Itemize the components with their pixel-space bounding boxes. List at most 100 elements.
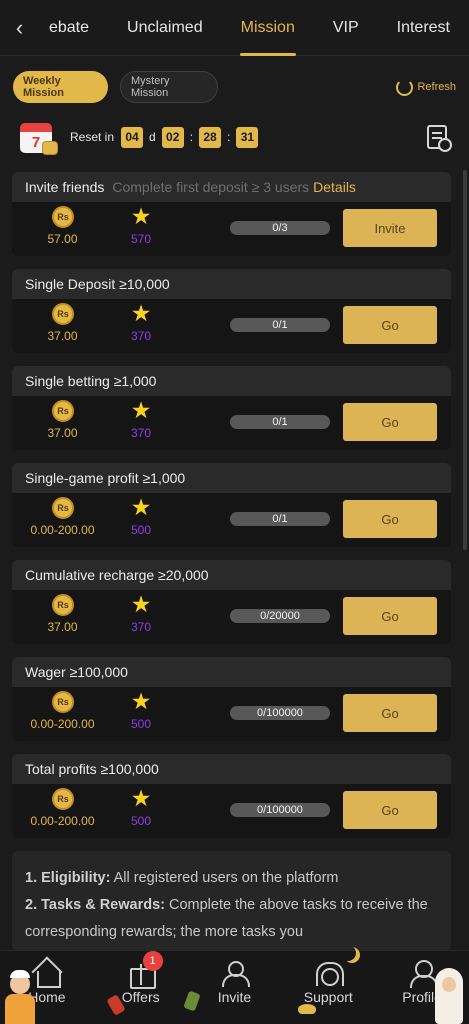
rupee-coin-icon: Rs bbox=[52, 788, 74, 810]
countdown-separator: : bbox=[227, 130, 231, 144]
progress-bar: 0/100000 bbox=[230, 803, 330, 817]
mystery-mission-button[interactable]: Mystery Mission bbox=[120, 71, 218, 103]
refresh-icon bbox=[396, 78, 414, 96]
mission-header: Cumulative recharge ≥20,000 bbox=[12, 560, 451, 590]
lamp-icon bbox=[298, 1004, 316, 1014]
rupee-coin-icon: Rs bbox=[52, 691, 74, 713]
mission-header: Total profits ≥100,000 bbox=[12, 754, 451, 784]
weekly-mission-button[interactable]: Weekly Mission bbox=[13, 71, 108, 103]
mission-title: Invite friends bbox=[25, 179, 105, 195]
nav-label: Invite bbox=[217, 989, 252, 1005]
progress-bar: 0/1 bbox=[230, 512, 330, 526]
chevron-left-icon[interactable]: ‹ bbox=[0, 0, 39, 56]
reward-amount: 0.00-200.00 bbox=[30, 523, 95, 537]
tab-rebate[interactable]: ebate bbox=[39, 0, 108, 56]
bottom-navigation: Home 1 Offers Invite Support Profile bbox=[0, 950, 469, 1024]
details-link[interactable]: Details bbox=[313, 179, 356, 195]
star-icon: ★ bbox=[130, 397, 152, 423]
points-amount: 370 bbox=[130, 329, 152, 343]
coins-icon bbox=[42, 141, 58, 155]
refresh-button[interactable]: Refresh bbox=[396, 78, 456, 96]
mission-header: Single betting ≥1,000 bbox=[12, 366, 451, 396]
calendar-icon: 7 bbox=[18, 117, 58, 157]
mission-filter-row: Weekly Mission Mystery Mission Refresh bbox=[13, 70, 456, 104]
refresh-label: Refresh bbox=[417, 81, 456, 93]
reward-amount: 37.00 bbox=[47, 329, 78, 343]
points-amount: 500 bbox=[130, 814, 152, 828]
progress-bar: 0/100000 bbox=[230, 706, 330, 720]
tab-interest[interactable]: Interest bbox=[378, 0, 469, 56]
mission-card: Cumulative recharge ≥20,000 Rs 37.00 ★ 3… bbox=[12, 560, 451, 644]
points-amount: 500 bbox=[130, 717, 152, 731]
go-button[interactable]: Go bbox=[343, 403, 437, 441]
rupee-coin-icon: Rs bbox=[52, 206, 74, 228]
star-icon: ★ bbox=[130, 203, 152, 229]
rupee-coin-icon: Rs bbox=[52, 400, 74, 422]
progress-bar: 0/1 bbox=[230, 318, 330, 332]
tab-mission[interactable]: Mission bbox=[222, 0, 314, 56]
star-icon: ★ bbox=[130, 591, 152, 617]
countdown-separator: : bbox=[189, 130, 194, 144]
nav-label: Offers bbox=[121, 989, 160, 1005]
reset-countdown-row: 7 Reset in 04 d 02 : 28 : 31 bbox=[18, 114, 452, 160]
countdown-hours: 02 bbox=[161, 126, 184, 148]
reward-amount: 37.00 bbox=[47, 426, 78, 440]
progress-bar: 0/3 bbox=[230, 221, 330, 235]
mission-title: Single Deposit ≥10,000 bbox=[25, 276, 170, 292]
people-icon bbox=[219, 959, 251, 987]
points-amount: 370 bbox=[130, 426, 152, 440]
countdown-days: 04 bbox=[121, 126, 144, 148]
countdown-seconds: 31 bbox=[236, 126, 259, 148]
points-amount: 500 bbox=[130, 523, 152, 537]
mission-card: Single Deposit ≥10,000 Rs 37.00 ★ 370 0/… bbox=[12, 269, 451, 353]
mission-title: Single betting ≥1,000 bbox=[25, 373, 157, 389]
nav-support[interactable]: Support bbox=[281, 951, 375, 1024]
mission-rules: 1. Eligibility: All registered users on … bbox=[12, 851, 451, 951]
festive-character-right bbox=[431, 964, 467, 1024]
mission-tab-bar: ‹ ebate Unclaimed Mission VIP Interest bbox=[0, 0, 469, 56]
go-button[interactable]: Go bbox=[343, 791, 437, 829]
mission-card: Total profits ≥100,000 Rs 0.00-200.00 ★ … bbox=[12, 754, 451, 838]
mission-card: Invite friends Complete first deposit ≥ … bbox=[12, 172, 451, 256]
mission-title: Total profits ≥100,000 bbox=[25, 761, 159, 777]
tab-vip[interactable]: VIP bbox=[314, 0, 378, 56]
mission-title: Cumulative recharge ≥20,000 bbox=[25, 567, 209, 583]
go-button[interactable]: Go bbox=[343, 597, 437, 635]
go-button[interactable]: Go bbox=[343, 306, 437, 344]
mission-header: Single Deposit ≥10,000 bbox=[12, 269, 451, 299]
mission-header: Invite friends Complete first deposit ≥ … bbox=[12, 172, 451, 202]
rupee-coin-icon: Rs bbox=[52, 497, 74, 519]
reward-amount: 57.00 bbox=[47, 232, 78, 246]
headset-icon bbox=[313, 959, 345, 987]
go-button[interactable]: Go bbox=[343, 500, 437, 538]
tab-unclaimed[interactable]: Unclaimed bbox=[108, 0, 222, 56]
progress-bar: 0/1 bbox=[230, 415, 330, 429]
countdown-day-unit: d bbox=[149, 130, 156, 144]
nav-invite[interactable]: Invite bbox=[188, 951, 282, 1024]
reward-amount: 37.00 bbox=[47, 620, 78, 634]
countdown-minutes: 28 bbox=[199, 126, 222, 148]
reward-amount: 0.00-200.00 bbox=[30, 717, 95, 731]
notification-badge: 1 bbox=[142, 951, 163, 971]
star-icon: ★ bbox=[130, 785, 152, 811]
reset-label: Reset in bbox=[70, 130, 115, 144]
mission-title: Single-game profit ≥1,000 bbox=[25, 470, 186, 486]
mission-header: Wager ≥100,000 bbox=[12, 657, 451, 687]
mission-list: Invite friends Complete first deposit ≥ … bbox=[12, 172, 451, 851]
rupee-coin-icon: Rs bbox=[52, 303, 74, 325]
invite-button[interactable]: Invite bbox=[343, 209, 437, 247]
mission-card: Wager ≥100,000 Rs 0.00-200.00 ★ 500 0/10… bbox=[12, 657, 451, 741]
mission-card: Single-game profit ≥1,000 Rs 0.00-200.00… bbox=[12, 463, 451, 547]
mission-title: Wager ≥100,000 bbox=[25, 664, 128, 680]
nav-offers[interactable]: 1 Offers bbox=[94, 951, 188, 1024]
star-icon: ★ bbox=[130, 494, 152, 520]
scrollbar[interactable] bbox=[463, 170, 467, 550]
mission-header: Single-game profit ≥1,000 bbox=[12, 463, 451, 493]
points-amount: 370 bbox=[130, 620, 152, 634]
history-record-icon[interactable] bbox=[427, 125, 452, 152]
mission-subtitle: Complete first deposit ≥ 3 users bbox=[112, 179, 310, 195]
rule-eligibility: 1. Eligibility: All registered users on … bbox=[25, 870, 339, 886]
go-button[interactable]: Go bbox=[343, 694, 437, 732]
rule-tasks-rewards: 2. Tasks & Rewards: Complete the above t… bbox=[25, 897, 428, 940]
mission-card: Single betting ≥1,000 Rs 37.00 ★ 370 0/1… bbox=[12, 366, 451, 450]
